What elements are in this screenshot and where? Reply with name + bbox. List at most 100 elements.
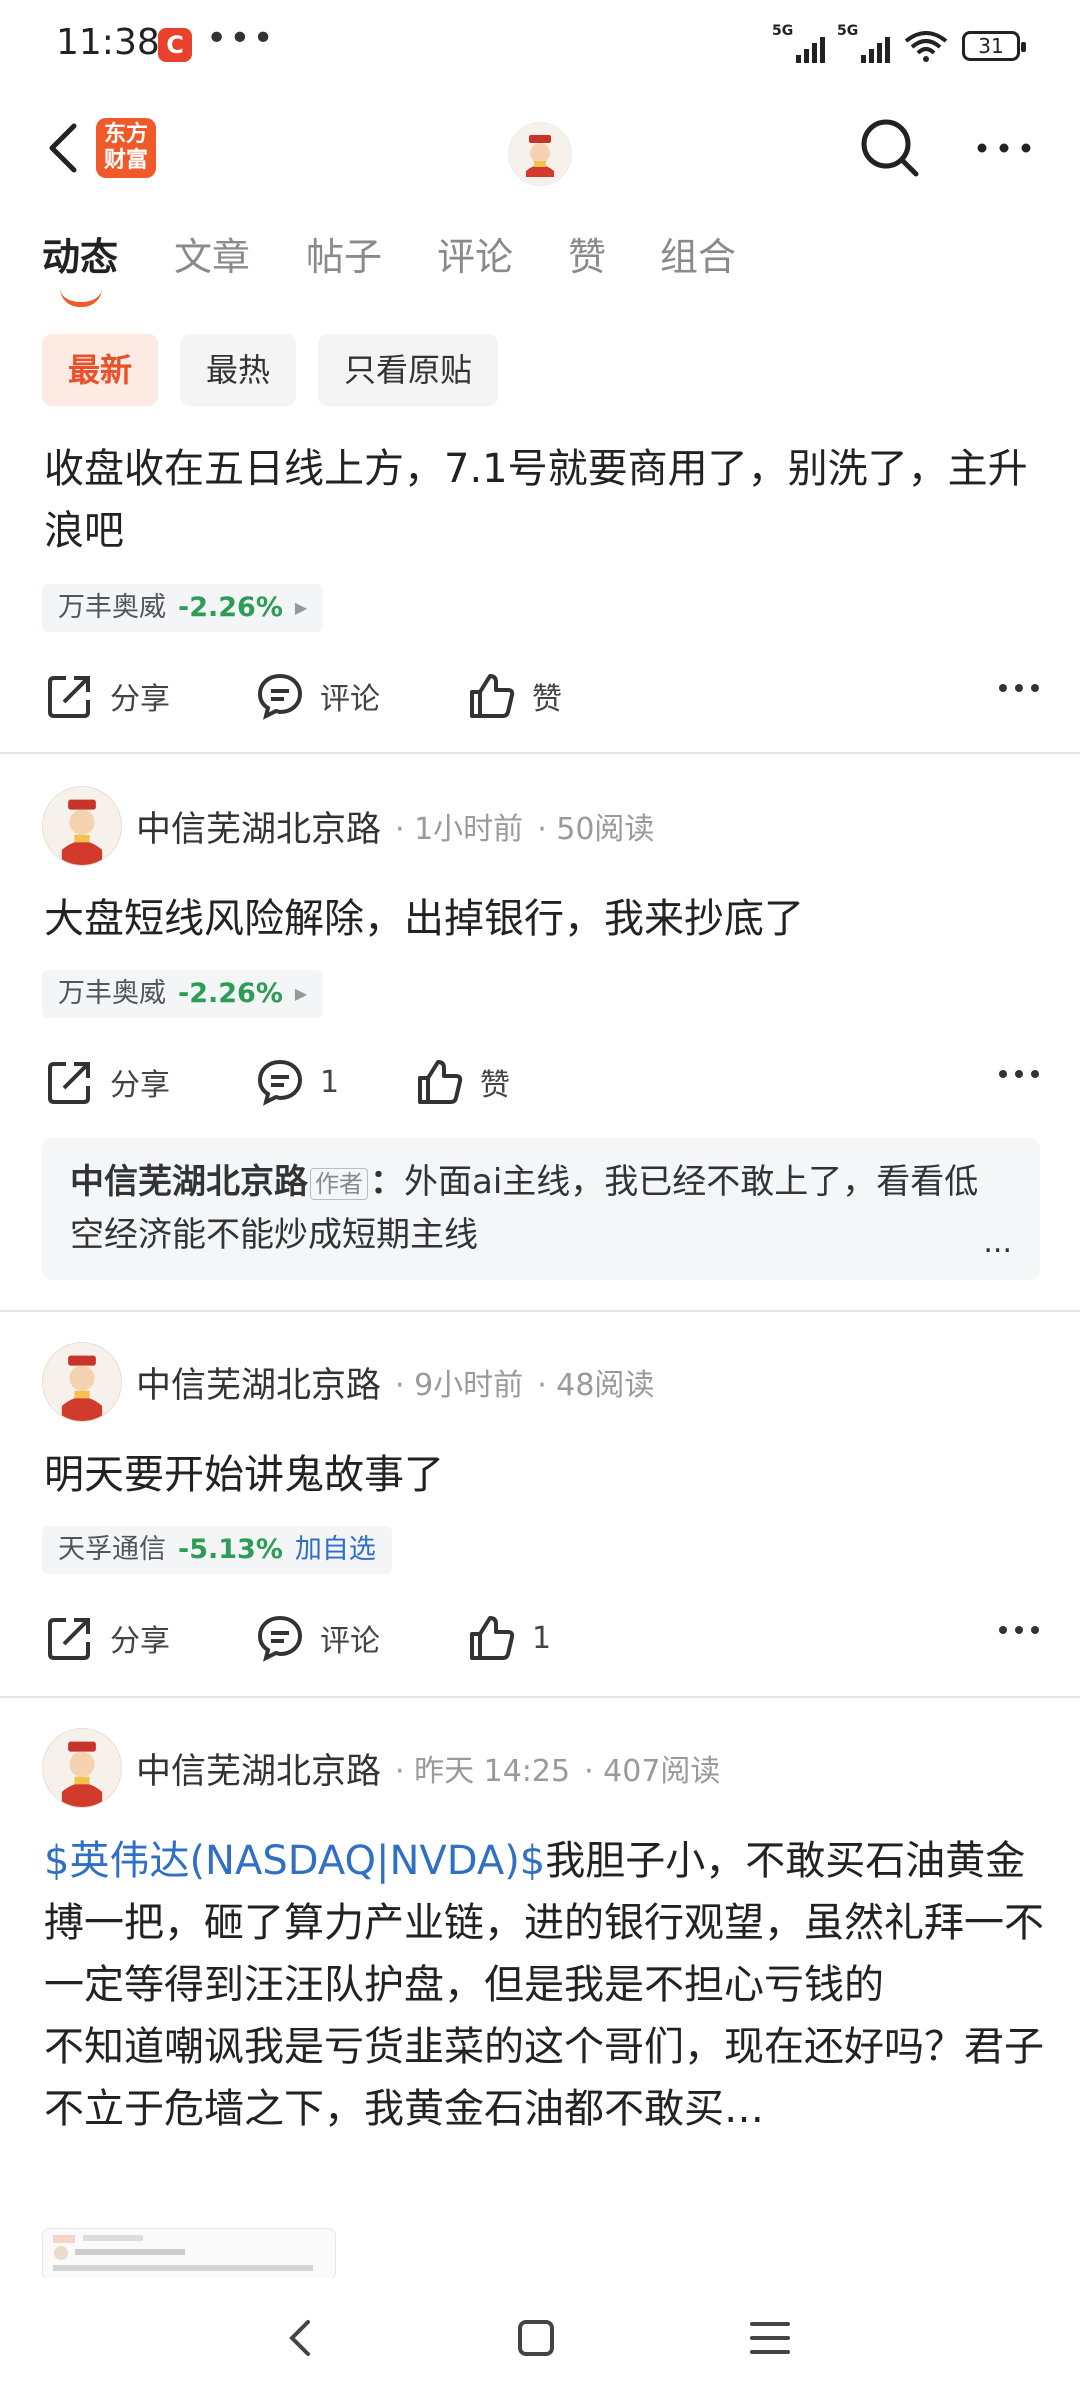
stock-tag[interactable]: 万丰奥威 -2.26% ▶ bbox=[42, 970, 324, 1018]
tab-likes[interactable]: 赞 bbox=[568, 226, 606, 281]
more-options-icon[interactable] bbox=[974, 136, 1034, 160]
author-row[interactable]: 中信芜湖北京路 · 9小时前 · 48阅读 bbox=[42, 1342, 654, 1422]
add-watchlist-link[interactable]: 加自选 bbox=[295, 1526, 376, 1574]
nav-menu-icon[interactable] bbox=[740, 2308, 800, 2368]
reply-author[interactable]: 中信芜湖北京路 bbox=[70, 1162, 308, 1202]
stock-tag[interactable]: 万丰奥威 -2.26% ▶ bbox=[42, 584, 324, 632]
post-divider bbox=[0, 1310, 1080, 1312]
post-divider bbox=[0, 1696, 1080, 1698]
author-name[interactable]: 中信芜湖北京路 bbox=[136, 1357, 381, 1408]
network-label-1: 5G bbox=[772, 23, 794, 39]
post-actions: 分享 评论 赞 bbox=[0, 666, 1080, 726]
app-logo[interactable]: 东方 财富 bbox=[96, 118, 156, 178]
system-nav-bar bbox=[0, 2278, 1080, 2400]
more-notifications-icon: ••• bbox=[206, 18, 276, 59]
comment-button[interactable]: 评论 bbox=[254, 666, 380, 726]
post-more-icon[interactable] bbox=[998, 682, 1040, 694]
active-tab-indicator bbox=[60, 288, 102, 307]
like-label: 赞 bbox=[532, 682, 562, 717]
tab-articles[interactable]: 文章 bbox=[174, 226, 250, 281]
post-time: · 9小时前 bbox=[395, 1368, 524, 1403]
caret-right-icon: ▶ bbox=[294, 598, 308, 617]
reply-content: 中信芜湖北京路 作者 ：外面ai主线，我已经不敢上了，看看低空经济能不能炒成短期主线 bbox=[70, 1156, 1010, 1262]
reply-colon: ： bbox=[370, 1162, 404, 1202]
comment-icon bbox=[257, 1615, 303, 1662]
post-more-icon[interactable] bbox=[998, 1068, 1040, 1080]
profile-tabs: 动态 文章 帖子 评论 赞 组合 bbox=[0, 226, 1080, 307]
author-row[interactable]: 中信芜湖北京路 · 1小时前 · 50阅读 bbox=[42, 786, 654, 866]
post-time: · 昨天 14:25 bbox=[395, 1754, 571, 1789]
comment-icon bbox=[257, 1059, 303, 1106]
like-count: 1 bbox=[532, 1620, 552, 1656]
comment-button[interactable]: 评论 bbox=[254, 1608, 380, 1668]
app-notification-icon: C bbox=[158, 28, 192, 62]
post-text[interactable]: 收盘收在五日线上方，7.1号就要商用了，别洗了，主升浪吧 bbox=[44, 438, 1044, 562]
share-button[interactable]: 分享 bbox=[44, 1608, 170, 1668]
user-avatar[interactable] bbox=[508, 122, 572, 186]
tab-dynamics[interactable]: 动态 bbox=[42, 226, 118, 281]
stock-name: 万丰奥威 bbox=[58, 592, 166, 623]
author-name[interactable]: 中信芜湖北京路 bbox=[136, 801, 381, 852]
logo-line-1: 东方 bbox=[103, 122, 148, 147]
signal-icon-1: 5G bbox=[772, 23, 825, 63]
caishen-avatar-icon bbox=[61, 799, 103, 865]
search-icon[interactable] bbox=[858, 116, 922, 180]
author-avatar[interactable] bbox=[42, 1728, 122, 1808]
stock-link[interactable]: $英伟达(NASDAQ|NVDA)$ bbox=[44, 1838, 545, 1884]
post-actions: 分享 1 赞 bbox=[0, 1052, 1080, 1112]
nav-back-icon[interactable] bbox=[272, 2308, 332, 2368]
logo-line-2: 财富 bbox=[103, 148, 148, 173]
caret-right-icon: ▶ bbox=[294, 984, 308, 1003]
author-avatar[interactable] bbox=[42, 1342, 122, 1422]
post-text[interactable]: 明天要开始讲鬼故事了 bbox=[44, 1444, 1044, 1506]
tab-comments[interactable]: 评论 bbox=[437, 226, 513, 281]
signal-icon-2: 5G bbox=[837, 23, 890, 63]
post-text[interactable]: 大盘短线风险解除，出掉银行，我来抄底了 bbox=[44, 888, 1044, 950]
share-icon bbox=[48, 676, 90, 718]
post-text-continued: 不知道嘲讽我是亏货韭菜的这个哥们，现在还好吗？君子不立于危墙之下，我黄金石油都不… bbox=[44, 2024, 1044, 2132]
reply-preview[interactable]: 中信芜湖北京路 作者 ：外面ai主线，我已经不敢上了，看看低空经济能不能炒成短期主线… bbox=[42, 1138, 1040, 1280]
tab-portfolio[interactable]: 组合 bbox=[660, 226, 736, 281]
like-button[interactable]: 1 bbox=[466, 1608, 551, 1668]
like-button[interactable]: 赞 bbox=[414, 1052, 510, 1112]
author-name[interactable]: 中信芜湖北京路 bbox=[136, 1743, 381, 1794]
stock-tag[interactable]: 天孚通信 -5.13% 加自选 bbox=[42, 1526, 392, 1574]
comment-button[interactable]: 1 bbox=[254, 1052, 339, 1112]
read-count: · 407阅读 bbox=[584, 1754, 721, 1789]
share-label: 分享 bbox=[110, 682, 170, 717]
filter-original-only[interactable]: 只看原贴 bbox=[318, 334, 499, 406]
caishen-avatar-icon bbox=[61, 1355, 103, 1421]
post-text[interactable]: $英伟达(NASDAQ|NVDA)$我胆子小，不敢买石油黄金搏一把，砸了算力产业… bbox=[44, 1830, 1044, 2140]
comment-label: 评论 bbox=[320, 1624, 380, 1659]
like-label: 赞 bbox=[480, 1068, 510, 1103]
comment-label: 评论 bbox=[320, 682, 380, 717]
wifi-icon bbox=[904, 31, 948, 62]
comment-count: 1 bbox=[320, 1064, 340, 1100]
reply-more[interactable]: ... bbox=[983, 1225, 1012, 1260]
share-button[interactable]: 分享 bbox=[44, 666, 170, 726]
top-header: 东方 财富 bbox=[0, 92, 1080, 202]
stock-change: -2.26% bbox=[178, 978, 283, 1009]
share-label: 分享 bbox=[110, 1068, 170, 1103]
author-row[interactable]: 中信芜湖北京路 · 昨天 14:25 · 407阅读 bbox=[42, 1728, 720, 1808]
post-more-icon[interactable] bbox=[998, 1624, 1040, 1636]
stock-change: -5.13% bbox=[178, 1534, 283, 1565]
filter-hottest[interactable]: 最热 bbox=[180, 334, 297, 406]
filter-latest[interactable]: 最新 bbox=[42, 334, 159, 406]
post-image-thumbnail[interactable] bbox=[42, 2228, 336, 2280]
thumbs-up-icon bbox=[418, 1060, 463, 1104]
status-indicators: 5G 5G 31 bbox=[772, 23, 1026, 68]
author-avatar[interactable] bbox=[42, 786, 122, 866]
comment-icon bbox=[257, 673, 303, 720]
battery-icon: 31 bbox=[962, 31, 1026, 61]
thumbs-up-icon bbox=[470, 674, 515, 718]
author-badge: 作者 bbox=[310, 1167, 368, 1200]
filter-chips: 最新 最热 只看原贴 bbox=[42, 334, 499, 406]
thumbs-up-icon bbox=[470, 1616, 515, 1660]
like-button[interactable]: 赞 bbox=[466, 666, 562, 726]
tab-posts[interactable]: 帖子 bbox=[306, 226, 382, 281]
stock-name: 天孚通信 bbox=[58, 1534, 166, 1565]
nav-home-icon[interactable] bbox=[506, 2308, 566, 2368]
share-button[interactable]: 分享 bbox=[44, 1052, 170, 1112]
back-arrow-icon[interactable] bbox=[40, 120, 90, 176]
